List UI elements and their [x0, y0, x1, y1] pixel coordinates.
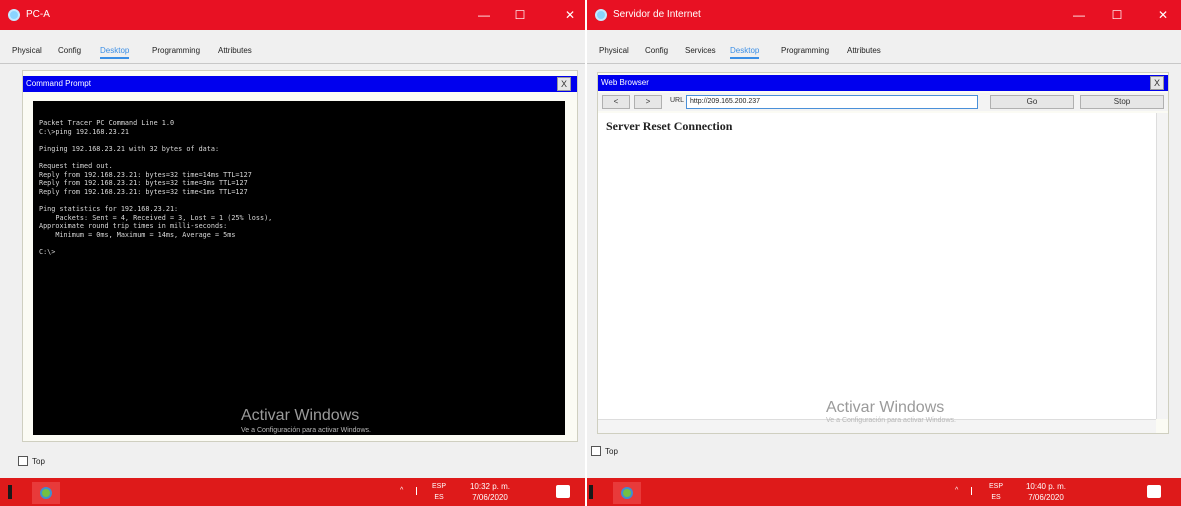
terminal-line: Reply from 192.168.23.21: bytes=32 time<…	[39, 187, 248, 196]
terminal-line: Reply from 192.168.23.21: bytes=32 time=…	[39, 170, 252, 179]
activate-windows-watermark: Activar Windows	[826, 399, 945, 416]
taskbar-app-packet-tracer[interactable]	[613, 482, 641, 504]
language-code-top: ESP	[432, 483, 447, 490]
activate-windows-subtext: Ve a Configuración para activar Windows.	[826, 417, 956, 424]
command-prompt-title: Command Prompt	[23, 76, 577, 92]
server-window: Servidor de Internet — ☐ ✕ Physical Conf…	[587, 0, 1181, 506]
close-icon[interactable]: X	[1150, 76, 1164, 90]
pc-a-window: PC-A — ☐ ✕ Physical Config Desktop Progr…	[0, 0, 585, 506]
clock-date: 7/06/2020	[1028, 493, 1064, 502]
top-checkbox[interactable]	[18, 456, 28, 466]
terminal-line: Packet Tracer PC Command Line 1.0	[39, 119, 175, 127]
volume-icon[interactable]	[971, 487, 981, 495]
tab-programming[interactable]: Programming	[152, 46, 200, 55]
taskbar-app-packet-tracer[interactable]	[32, 482, 60, 504]
app-logo-icon	[8, 9, 20, 21]
language-code-bottom: ES	[991, 494, 1001, 501]
notification-icon[interactable]	[556, 485, 570, 498]
packet-tracer-icon	[621, 487, 633, 499]
tray-expand-icon[interactable]: ^	[955, 487, 958, 494]
packet-tracer-icon	[40, 487, 52, 499]
terminal-line: C:\>ping 192.168.23.21	[39, 127, 130, 136]
terminal-line: Reply from 192.168.23.21: bytes=32 time=…	[39, 179, 248, 188]
window-title: Servidor de Internet	[613, 9, 701, 20]
start-button[interactable]	[589, 485, 593, 499]
forward-button[interactable]: >	[634, 95, 662, 109]
page-message: Server Reset Connection	[606, 119, 733, 133]
minimize-button[interactable]: —	[474, 5, 494, 25]
url-label: URL	[670, 97, 685, 104]
taskbar: ^ ESP ES 10:32 p. m. 7/06/2020	[0, 478, 585, 506]
top-checkbox-label: Top	[605, 447, 618, 456]
tab-desktop[interactable]: Desktop	[730, 46, 760, 59]
tab-bar: Physical Config Desktop Programming Attr…	[0, 40, 585, 64]
terminal-line: Packets: Sent = 4, Received = 3, Lost = …	[39, 213, 273, 222]
top-checkbox[interactable]	[591, 446, 601, 456]
terminal-output[interactable]: Packet Tracer PC Command Line 1.0 C:\>pin…	[33, 101, 565, 435]
terminal-line: Pinging 192.168.23.21 with 32 bytes of d…	[39, 144, 220, 153]
language-indicator[interactable]: ESP ES	[432, 481, 446, 503]
stop-button[interactable]: Stop	[1080, 95, 1164, 109]
back-button[interactable]: <	[602, 95, 630, 109]
activate-windows-subtext: Ve a Configuración para activar Windows.	[241, 427, 371, 434]
web-browser-title: Web Browser	[598, 75, 1168, 91]
maximize-button[interactable]: ☐	[510, 5, 530, 25]
url-input[interactable]: http://209.165.200.237	[686, 95, 978, 109]
tab-attributes[interactable]: Attributes	[847, 46, 881, 55]
language-code-top: ESP	[989, 483, 1004, 490]
browser-content[interactable]: Server Reset Connection	[598, 113, 1156, 419]
tab-physical[interactable]: Physical	[599, 46, 629, 55]
terminal-line: Minimum = 0ms, Maximum = 14ms, Average =…	[39, 230, 236, 239]
tab-bar: Physical Config Services Desktop Program…	[587, 40, 1181, 64]
clock[interactable]: 10:40 p. m. 7/06/2020	[1015, 481, 1077, 503]
web-browser-panel: Web Browser X < > URL http://209.165.200…	[597, 72, 1169, 434]
close-button[interactable]: ✕	[1153, 5, 1173, 25]
terminal-line: Approximate round trip times in milli-se…	[39, 222, 228, 231]
title-bar[interactable]: Servidor de Internet — ☐ ✕	[587, 0, 1181, 30]
maximize-button[interactable]: ☐	[1107, 5, 1127, 25]
terminal-line: Request timed out.	[39, 161, 113, 170]
clock-time: 10:32 p. m.	[469, 482, 511, 491]
minimize-button[interactable]: —	[1069, 5, 1089, 25]
url-toolbar: < > URL http://209.165.200.237 Go Stop	[598, 93, 1168, 111]
volume-icon[interactable]	[416, 487, 426, 495]
tab-config[interactable]: Config	[58, 46, 81, 55]
command-prompt-panel: Command Prompt X Packet Tracer PC Comman…	[22, 70, 578, 442]
close-button[interactable]: ✕	[560, 5, 580, 25]
terminal-line: C:\>	[39, 247, 56, 256]
activate-windows-watermark: Activar Windows	[241, 407, 360, 424]
go-button[interactable]: Go	[990, 95, 1074, 109]
tab-physical[interactable]: Physical	[12, 46, 42, 55]
window-title: PC-A	[26, 9, 50, 20]
taskbar: ^ ESP ES 10:40 p. m. 7/06/2020	[587, 478, 1181, 506]
close-icon[interactable]: X	[557, 77, 571, 91]
language-code-bottom: ES	[434, 494, 444, 501]
tab-services[interactable]: Services	[685, 46, 716, 55]
clock[interactable]: 10:32 p. m. 7/06/2020	[460, 481, 520, 503]
start-button[interactable]	[8, 485, 12, 499]
tab-config[interactable]: Config	[645, 46, 668, 55]
app-logo-icon	[595, 9, 607, 21]
notification-icon[interactable]	[1147, 485, 1161, 498]
top-checkbox-label: Top	[32, 457, 45, 466]
tray-expand-icon[interactable]: ^	[400, 487, 403, 494]
tab-programming[interactable]: Programming	[781, 46, 829, 55]
language-indicator[interactable]: ESP ES	[989, 481, 1003, 503]
tab-attributes[interactable]: Attributes	[218, 46, 252, 55]
tab-desktop[interactable]: Desktop	[100, 46, 130, 59]
clock-time: 10:40 p. m.	[1025, 482, 1067, 491]
title-bar[interactable]: PC-A — ☐ ✕	[0, 0, 585, 30]
clock-date: 7/06/2020	[472, 493, 508, 502]
terminal-line: Ping statistics for 192.168.23.21:	[39, 204, 179, 213]
vertical-scrollbar[interactable]	[1156, 113, 1168, 419]
